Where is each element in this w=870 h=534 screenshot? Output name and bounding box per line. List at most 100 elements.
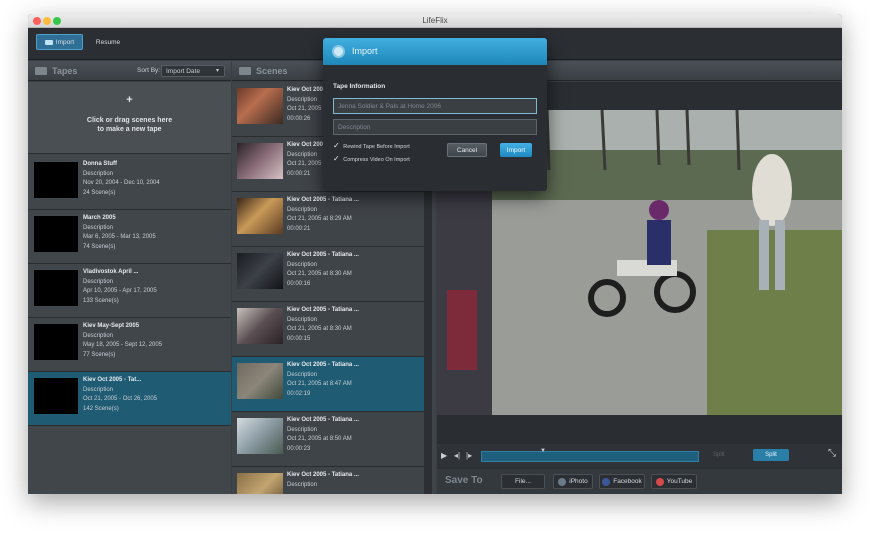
iphoto-icon	[558, 477, 567, 486]
compress-label: Compress Video On Import	[343, 157, 410, 163]
new-tape-hint-line2: to make a new tape	[97, 126, 162, 133]
scene-item[interactable]: Kiev Oct 2005 - Tatiana ... Description …	[232, 247, 424, 302]
tape-description: Description	[83, 386, 114, 393]
import-tab-label: Import	[55, 38, 75, 46]
tape-description: Description	[83, 170, 114, 177]
scene-date: Oct 21, 2005 at 8:30 AM	[287, 271, 352, 277]
iphoto-label: iPhoto	[569, 478, 588, 485]
scene-item-selected[interactable]: Kiev Oct 2005 - Tatiana ... Description …	[232, 357, 424, 412]
tape-description: Description	[83, 224, 114, 231]
sort-by-value: Import Date	[166, 68, 200, 75]
scene-name: Kiev Oct 2005 - Tatiana ...	[287, 252, 359, 258]
facebook-icon	[602, 477, 611, 486]
playhead-icon[interactable]: ▼	[540, 448, 546, 454]
save-bar: Save To File... iPhoto Facebook YouTube	[437, 469, 842, 494]
fullscreen-icon[interactable]: ⤡	[828, 448, 836, 459]
tape-item[interactable]: March 2005 Description Mar 6, 2005 - Mar…	[28, 210, 231, 264]
tape-item-selected[interactable]: Kiev Oct 2005 - Tat... Description Oct 2…	[28, 372, 231, 426]
tape-description-field[interactable]: Description	[333, 119, 537, 135]
scene-date: Oct 21, 2005 at 8:50 AM	[287, 436, 352, 442]
scene-description: Description	[287, 316, 318, 323]
import-dialog-header: Import	[323, 38, 547, 65]
tape-thumbnail	[34, 324, 78, 360]
compress-checkbox[interactable]: ✓ Compress Video On Import	[333, 154, 410, 163]
scene-thumbnail	[237, 143, 283, 179]
scene-duration: 00:00:26	[287, 115, 311, 122]
new-tape-dropzone[interactable]: + Click or drag scenes here to make a ne…	[28, 82, 231, 154]
new-tape-hint: Click or drag scenes here to make a new …	[28, 116, 231, 134]
tape-dates: May 18, 2005 - Sept 12, 2005	[83, 342, 163, 348]
film-icon	[239, 67, 251, 75]
tape-thumbnail	[34, 162, 78, 198]
plus-icon: +	[126, 94, 133, 106]
facebook-label: Facebook	[613, 478, 642, 485]
cancel-button[interactable]: Cancel	[447, 143, 487, 157]
tapes-title: Tapes	[52, 66, 78, 76]
scene-duration: 00:00:21	[287, 170, 311, 177]
tapes-header: Tapes Sort By: Import Date ▾	[28, 61, 231, 81]
youtube-icon	[655, 477, 664, 486]
scene-duration: 00:00:16	[287, 280, 311, 287]
share-facebook-button[interactable]: Facebook	[599, 474, 645, 489]
scene-description: Description	[287, 481, 318, 488]
tape-item[interactable]: Donna Stuff Description Nov 20, 2004 - D…	[28, 156, 231, 210]
checkmark-icon: ✓	[333, 141, 340, 150]
timeline-scrubber[interactable]: ▼	[481, 448, 699, 462]
rewind-checkbox[interactable]: ✓ Rewind Tape Before Import	[333, 141, 410, 150]
import-button[interactable]: Import	[500, 143, 532, 157]
tape-description: Description	[83, 278, 114, 285]
tape-description: Description	[83, 332, 114, 339]
tape-name: Donna Stuff	[83, 161, 117, 167]
import-icon	[332, 45, 345, 58]
scene-date: Oct 21, 2005 at 8:30 AM	[287, 326, 352, 332]
scene-description: Description	[287, 96, 318, 103]
scene-description: Description	[287, 151, 318, 158]
window-title: LifeFlix	[422, 16, 448, 25]
tape-item[interactable]: Vladivostok April ... Description Apr 10…	[28, 264, 231, 318]
title-bar: LifeFlix	[28, 14, 842, 28]
tape-name: Vladivostok April ...	[83, 269, 139, 275]
tape-dates: Nov 20, 2004 - Dec 10, 2004	[83, 180, 160, 186]
scene-name: Kiev Oct 2005 - Tatiana ...	[287, 197, 359, 203]
import-tab-button[interactable]: Import	[36, 34, 83, 50]
scene-date: Oct 21, 2005 at 8:47 AM	[287, 381, 352, 387]
sort-by-select[interactable]: Import Date ▾	[161, 65, 225, 77]
step-forward-icon[interactable]: |▸	[466, 451, 472, 460]
tape-item[interactable]: Kiev May-Sept 2005 Description May 18, 2…	[28, 318, 231, 372]
scene-duration: 00:00:21	[287, 225, 311, 232]
resume-tab-button[interactable]: Resume	[90, 34, 126, 50]
tape-name-field[interactable]: Jenna Soldier & Pals at Home 2006	[333, 98, 537, 114]
tape-dates: Oct 21, 2005 - Oct 26, 2005	[83, 396, 158, 402]
tape-name: Kiev May-Sept 2005	[83, 323, 140, 329]
save-iphoto-button[interactable]: iPhoto	[553, 474, 593, 489]
step-back-icon[interactable]: ◂|	[454, 451, 460, 460]
scene-name: Kiev Oct 2005 - Tatiana ...	[287, 362, 359, 368]
play-icon[interactable]: ▶	[441, 451, 447, 460]
scene-item[interactable]: Kiev Oct 2005 - Tatiana ... Description …	[232, 412, 424, 467]
scene-duration: 00:02:19	[287, 390, 311, 397]
scene-date: Oct 21, 2005 ...	[287, 161, 329, 167]
scene-thumbnail	[237, 308, 283, 344]
camera-icon	[44, 39, 53, 45]
scene-description: Description	[287, 371, 318, 378]
scene-name: Kiev Oct 200...	[287, 87, 329, 93]
sort-by-label: Sort By:	[137, 67, 161, 74]
tape-name: March 2005	[83, 215, 116, 221]
scene-thumbnail	[237, 198, 283, 234]
scene-item[interactable]: Kiev Oct 2005 - Tatiana ... Description	[232, 467, 424, 494]
split-button[interactable]: Split	[753, 449, 789, 461]
scene-item[interactable]: Kiev Oct 2005 - Tatiana ... Description …	[232, 302, 424, 357]
tape-dates: Apr 10, 2005 - Apr 17, 2005	[83, 288, 157, 294]
new-tape-hint-line1: Click or drag scenes here	[86, 117, 173, 124]
tape-information-label: Tape Information	[333, 83, 386, 90]
scene-description: Description	[287, 261, 318, 268]
scene-item[interactable]: Kiev Oct 2005 - Tatiana ... Description …	[232, 192, 424, 247]
scene-thumbnail	[237, 253, 283, 289]
save-file-button[interactable]: File...	[501, 474, 545, 489]
scene-description: Description	[287, 426, 318, 433]
tape-dates: Mar 6, 2005 - Mar 13, 2005	[83, 234, 156, 240]
scene-name: Kiev Oct 2005 - Tatiana ...	[287, 307, 359, 313]
youtube-label: YouTube	[666, 478, 693, 485]
tapes-list: + Click or drag scenes here to make a ne…	[28, 82, 231, 494]
share-youtube-button[interactable]: YouTube	[651, 474, 697, 489]
